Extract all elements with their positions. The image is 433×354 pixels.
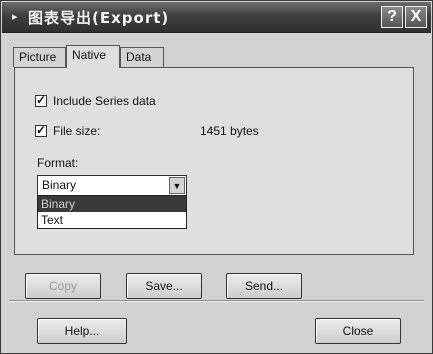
copy-button[interactable]: Copy: [25, 273, 101, 299]
file-size-label: File size:: [53, 124, 101, 138]
file-size-value: 1451 bytes: [200, 124, 259, 138]
format-option-binary[interactable]: Binary: [38, 196, 186, 212]
save-button[interactable]: Save...: [126, 273, 202, 299]
include-series-label: Include Series data: [53, 94, 156, 108]
send-button[interactable]: Send...: [226, 273, 302, 299]
title-bar[interactable]: ▸ 图表导出(Export) ? X: [2, 2, 431, 33]
format-dropdown-list: Binary Text: [37, 195, 187, 229]
help-button[interactable]: Help...: [37, 318, 127, 344]
format-option-text[interactable]: Text: [38, 212, 186, 228]
native-tab-panel: ✓ Include Series data ✓ File size: 1451 …: [14, 67, 414, 255]
export-dialog: ▸ 图表导出(Export) ? X Picture Native Data ✓…: [0, 0, 433, 354]
close-button[interactable]: Close: [315, 318, 401, 344]
chevron-down-icon[interactable]: ▼: [169, 177, 185, 194]
help-title-button[interactable]: ?: [381, 6, 403, 28]
format-selected-value: Binary: [42, 178, 77, 192]
tab-picture[interactable]: Picture: [13, 47, 66, 67]
include-series-row[interactable]: ✓ Include Series data: [35, 94, 156, 108]
window-menu-icon[interactable]: ▸: [12, 10, 18, 23]
format-select[interactable]: Binary ▼: [37, 175, 187, 196]
close-title-button[interactable]: X: [405, 6, 427, 28]
tab-native[interactable]: Native: [66, 45, 120, 68]
tab-data[interactable]: Data: [120, 47, 164, 67]
file-size-checkbox[interactable]: ✓: [35, 124, 47, 137]
include-series-checkbox[interactable]: ✓: [35, 94, 47, 107]
format-label: Format:: [37, 156, 79, 170]
footer-divider: [9, 300, 424, 302]
window-title: 图表导出(Export): [28, 9, 170, 27]
file-size-row[interactable]: ✓ File size:: [35, 124, 100, 138]
